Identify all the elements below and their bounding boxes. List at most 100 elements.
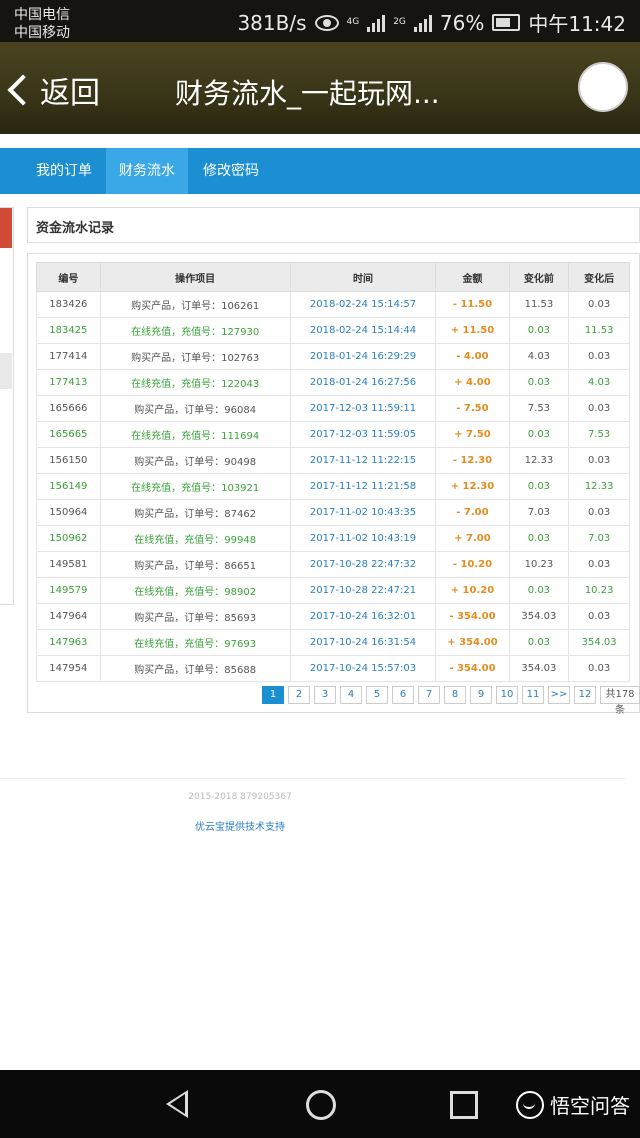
sidebar-highlight[interactable] <box>0 208 12 248</box>
page-button[interactable]: 6 <box>392 686 414 704</box>
support-link[interactable]: 优云宝提供技术支持 <box>0 818 480 833</box>
row-amount: + 7.00 <box>435 525 510 552</box>
menu-circle-button[interactable] <box>578 62 628 112</box>
col-id: 编号 <box>36 262 101 292</box>
carrier-2: 中国移动 <box>14 25 70 41</box>
nav-home-icon[interactable] <box>306 1090 336 1120</box>
row-time: 2017-10-24 16:32:01 <box>289 603 437 630</box>
tab-my-orders[interactable]: 我的订单 <box>22 148 106 194</box>
page-button[interactable]: 2 <box>288 686 310 704</box>
row-after: 7.53 <box>568 421 630 448</box>
row-id: 183425 <box>36 317 101 344</box>
page-button[interactable]: 12 <box>574 686 596 704</box>
tab-change-password[interactable]: 修改密码 <box>190 148 272 194</box>
table-row: 165666 购买产品，订单号：96084 2017-12-03 11:59:11-… <box>36 395 630 422</box>
signal-icon <box>367 14 386 32</box>
status-indicators: 381B/s 4G 2G 76% 中午11:42 <box>237 8 626 37</box>
row-after: 0.03 <box>568 499 630 526</box>
page-button[interactable]: 7 <box>418 686 440 704</box>
table-row: 149579 在线充值，充值号：98902 2017-10-28 22:47:21 +… <box>36 577 630 604</box>
watermark-text: 悟空问答 <box>550 1094 630 1118</box>
row-amount: + 4.00 <box>435 369 510 396</box>
page-button[interactable]: 9 <box>470 686 492 704</box>
table-row: 156149 在线充值，充值号：103921 2017-11-12 11:21:58… <box>36 473 630 500</box>
row-operation: 购买产品，订单号：85688 <box>99 655 291 682</box>
page-button[interactable]: 3 <box>314 686 336 704</box>
page-next-button[interactable]: >> <box>548 686 570 704</box>
row-time: 2017-10-24 15:57:03 <box>289 655 437 682</box>
row-before: 354.03 <box>508 603 570 630</box>
page-title: 财务流水_一起玩网... <box>175 77 440 110</box>
row-time: 2017-11-02 10:43:19 <box>289 525 437 552</box>
row-time: 2017-10-28 22:47:32 <box>289 551 437 578</box>
row-time: 2017-11-12 11:21:58 <box>289 473 437 500</box>
page-button[interactable]: 10 <box>496 686 518 704</box>
row-operation: 购买产品，订单号：85693 <box>99 603 291 630</box>
system-nav-bar: 悟空问答 <box>0 1070 640 1138</box>
page-button[interactable]: 4 <box>340 686 362 704</box>
row-before: 0.03 <box>508 629 570 656</box>
row-after: 0.03 <box>568 395 630 422</box>
row-id: 150964 <box>36 499 101 526</box>
row-before: 10.23 <box>508 551 570 578</box>
row-before: 11.53 <box>508 291 570 318</box>
row-id: 147963 <box>36 629 101 656</box>
pagination: 1 2 3 4 5 6 7 8 9 10 11 >> 12 共178条 <box>262 686 640 716</box>
panel-header: 资金流水记录 <box>27 207 640 243</box>
nav-back-icon[interactable] <box>166 1090 188 1118</box>
page-button[interactable]: 11 <box>522 686 544 704</box>
tab-bar: 我的订单 财务流水 修改密码 <box>0 148 640 194</box>
row-after: 0.03 <box>568 603 630 630</box>
eye-comfort-icon <box>314 14 339 31</box>
page-button[interactable]: 8 <box>444 686 466 704</box>
row-operation: 在线充值，充值号：122043 <box>99 369 291 396</box>
footer-divider <box>0 778 625 779</box>
row-amount: + 10.20 <box>435 577 510 604</box>
row-after: 11.53 <box>568 317 630 344</box>
table-header-row: 编号 操作项目 时间 金额 变化前 变化后 <box>36 262 630 292</box>
row-before: 7.53 <box>508 395 570 422</box>
row-id: 149579 <box>36 577 101 604</box>
watermark-logo-icon <box>516 1090 544 1119</box>
row-before: 4.03 <box>508 343 570 370</box>
table-row: 147964 购买产品，订单号：85693 2017-10-24 16:32:01-… <box>36 603 630 630</box>
row-amount: - 7.50 <box>435 395 510 422</box>
tab-partial[interactable] <box>0 148 8 194</box>
table-row: 165665 在线充值，充值号：111694 2017-12-03 11:59:05… <box>36 421 630 448</box>
row-operation: 购买产品，订单号：102763 <box>99 343 291 370</box>
row-operation: 在线充值，充值号：98902 <box>99 577 291 604</box>
row-id: 165666 <box>36 395 101 422</box>
nav-recents-icon[interactable] <box>450 1091 478 1119</box>
row-id: 156149 <box>36 473 101 500</box>
network-speed: 381B/s <box>237 10 307 35</box>
page-button[interactable]: 5 <box>366 686 388 704</box>
row-amount: - 11.50 <box>435 291 510 318</box>
row-operation: 购买产品，订单号：96084 <box>99 395 291 422</box>
records-table: 编号 操作项目 时间 金额 变化前 变化后 183426 购买产品，订单号：106… <box>36 262 630 682</box>
row-amount: + 7.50 <box>435 421 510 448</box>
clock: 中午11:42 <box>528 12 626 36</box>
table-row: 156150 购买产品，订单号：90498 2017-11-12 11:22:15-… <box>36 447 630 474</box>
col-amount: 金额 <box>435 262 510 292</box>
row-after: 10.23 <box>568 577 630 604</box>
row-operation: 在线充值，充值号：111694 <box>99 421 291 448</box>
table-row: 147954 购买产品，订单号：85688 2017-10-24 15:57:03-… <box>36 655 630 682</box>
tab-finance[interactable]: 财务流水 <box>106 148 188 194</box>
row-amount: - 10.20 <box>435 551 510 578</box>
row-id: 177414 <box>36 343 101 370</box>
row-time: 2017-11-02 10:43:35 <box>289 499 437 526</box>
table-row: 183425 在线充值，充值号：127930 2018-02-24 15:14:44… <box>36 317 630 344</box>
sidebar <box>0 207 14 605</box>
row-before: 0.03 <box>508 473 570 500</box>
app-header: 返回 财务流水_一起玩网... <box>0 42 640 134</box>
row-operation: 在线充值，充值号：97693 <box>99 629 291 656</box>
row-before: 0.03 <box>508 577 570 604</box>
back-button[interactable]: 返回 <box>7 68 100 112</box>
table-row: 150962 在线充值，充值号：99948 2017-11-02 10:43:19 +… <box>36 525 630 552</box>
page-button[interactable]: 1 <box>262 686 284 704</box>
sidebar-item[interactable] <box>0 353 12 389</box>
row-before: 7.03 <box>508 499 570 526</box>
table-row: 149581 购买产品，订单号：86651 2017-10-28 22:47:32-… <box>36 551 630 578</box>
row-id: 147954 <box>36 655 101 682</box>
header-strip <box>0 134 640 146</box>
